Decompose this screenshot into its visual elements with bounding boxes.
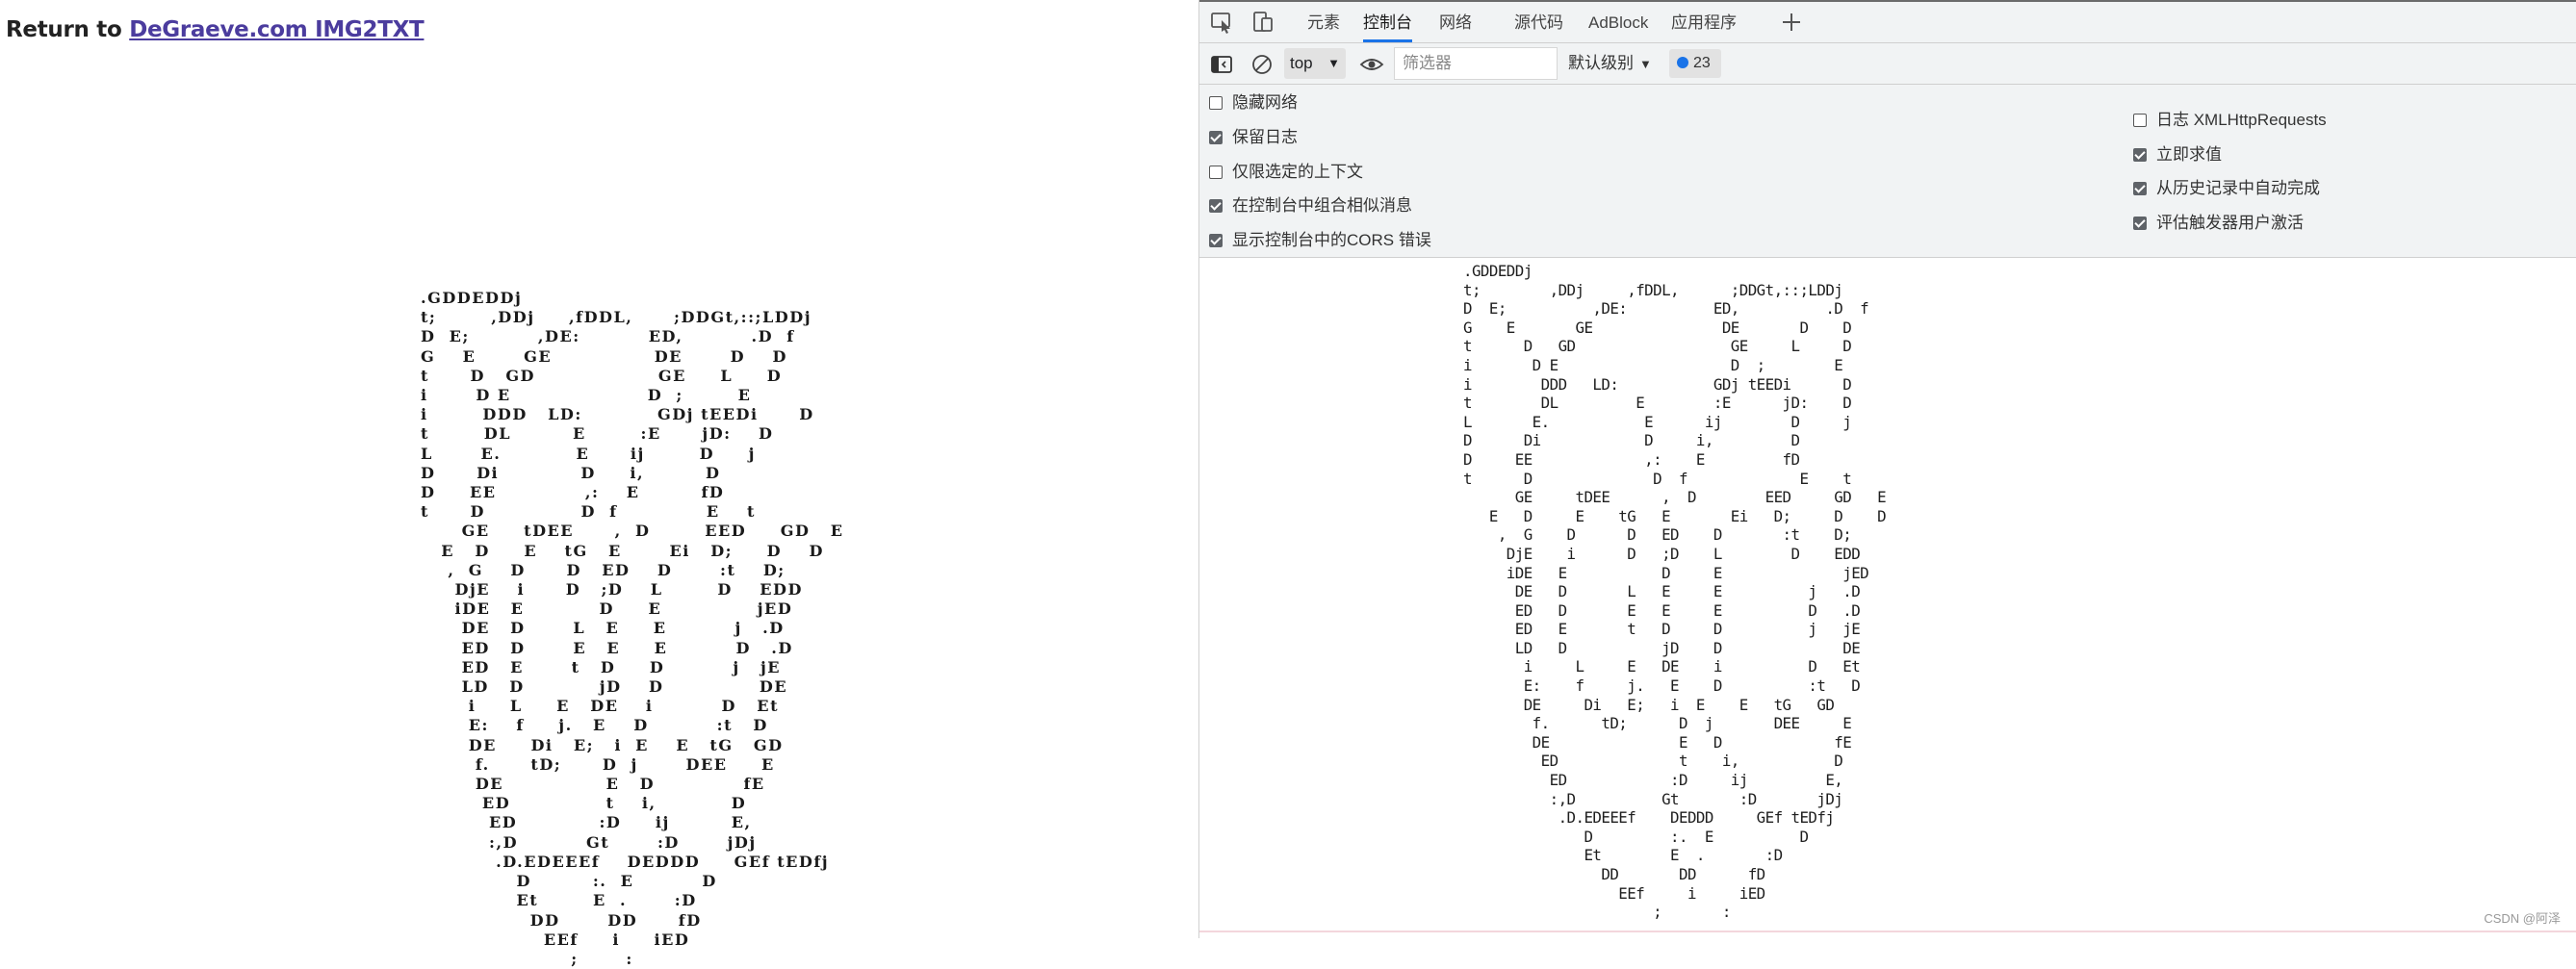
setting-label: 评估触发器用户激活 <box>2156 214 2304 232</box>
setting-label: 保留日志 <box>1232 128 1298 146</box>
setting-label: 在控制台中组合相似消息 <box>1232 196 1412 215</box>
setting-hide-network[interactable]: 隐藏网络 <box>1209 91 1298 115</box>
tab-sources[interactable]: 源代码 <box>1514 2 1563 42</box>
console-log-ascii-art: .GDDEDDj t; ,DDj ,fDDL, ;DDGt,::;LDDj D … <box>1463 262 1887 922</box>
filter-input[interactable] <box>1394 47 1558 80</box>
clear-console-icon[interactable] <box>1249 52 1275 77</box>
devtools-tab-bar: 元素 控制台 网络 源代码 AdBlock 应用程序 <box>1199 2 2576 43</box>
watermark: CSDN @阿泽 <box>2484 911 2561 926</box>
tab-elements[interactable]: 元素 <box>1307 2 1340 42</box>
checkbox[interactable] <box>1209 199 1223 213</box>
setting-autocomplete-history[interactable]: 从历史记录中自动完成 <box>2133 177 2320 200</box>
checkbox[interactable] <box>2133 148 2147 162</box>
devtools-panel: 元素 控制台 网络 源代码 AdBlock 应用程序 top ▼ 默认级别 ▼ 23… <box>1198 0 2576 938</box>
setting-log-xhr[interactable]: 日志 XMLHttpRequests <box>2133 109 2327 132</box>
tab-network[interactable]: 网络 <box>1439 2 1472 42</box>
tab-application[interactable]: 应用程序 <box>1671 2 1737 42</box>
console-settings-pane: 隐藏网络 保留日志 仅限选定的上下文 在控制台中组合相似消息 显示控制台中的CO… <box>1199 85 2576 258</box>
setting-show-cors-errors[interactable]: 显示控制台中的CORS 错误 <box>1209 229 1431 252</box>
message-icon <box>1677 57 1688 68</box>
setting-label: 显示控制台中的CORS 错误 <box>1232 231 1431 249</box>
caret-down-icon: ▼ <box>1327 56 1340 70</box>
checkbox[interactable] <box>2133 114 2147 127</box>
plus-icon[interactable] <box>1777 8 1806 37</box>
context-select[interactable]: top ▼ <box>1284 48 1346 79</box>
checkbox[interactable] <box>1209 166 1223 179</box>
return-line: Return to DeGraeve.com IMG2TXT <box>6 17 425 42</box>
ascii-art-rendered: .GDDEDDj t; ,DDj ,fDDL, ;DDGt,::;LDDj D … <box>421 289 844 968</box>
setting-selected-context-only[interactable]: 仅限选定的上下文 <box>1209 161 1363 184</box>
checkbox[interactable] <box>2133 217 2147 230</box>
console-bottom-rule <box>1199 931 2576 932</box>
checkbox[interactable] <box>1209 131 1223 144</box>
setting-label: 隐藏网络 <box>1232 93 1298 112</box>
return-prefix: Return to <box>6 17 130 42</box>
log-level-select[interactable]: 默认级别 ▼ <box>1568 43 1652 84</box>
console-toolbar: top ▼ 默认级别 ▼ 23 <box>1199 43 2576 85</box>
checkbox[interactable] <box>1209 96 1223 110</box>
live-expression-eye-icon[interactable] <box>1359 52 1384 77</box>
context-value: top <box>1290 54 1313 72</box>
setting-label: 仅限选定的上下文 <box>1232 163 1363 181</box>
sidebar-toggle-icon[interactable] <box>1209 52 1234 77</box>
setting-label: 从历史记录中自动完成 <box>2156 179 2320 197</box>
img2txt-link[interactable]: DeGraeve.com IMG2TXT <box>129 17 425 42</box>
tab-adblock[interactable]: AdBlock <box>1588 2 1648 42</box>
setting-eager-evaluation[interactable]: 立即求值 <box>2133 143 2222 166</box>
setting-label: 立即求值 <box>2156 145 2222 164</box>
caret-down-icon: ▼ <box>1639 57 1652 71</box>
log-level-value: 默认级别 <box>1568 54 1634 72</box>
setting-user-activation[interactable]: 评估触发器用户激活 <box>2133 212 2304 235</box>
checkbox[interactable] <box>2133 182 2147 195</box>
device-toolbar-icon[interactable] <box>1250 10 1275 35</box>
setting-label: 日志 XMLHttpRequests <box>2156 111 2327 129</box>
issues-count: 23 <box>1693 55 1711 71</box>
setting-group-similar[interactable]: 在控制台中组合相似消息 <box>1209 194 1412 217</box>
checkbox[interactable] <box>1209 234 1223 247</box>
console-output[interactable]: .GDDEDDj t; ,DDj ,fDDL, ;DDGt,::;LDDj D … <box>1199 258 2576 938</box>
tab-console[interactable]: 控制台 <box>1363 2 1412 42</box>
issues-badge[interactable]: 23 <box>1669 49 1721 78</box>
web-page: Return to DeGraeve.com IMG2TXT .GDDEDDj … <box>0 0 1198 968</box>
inspect-element-icon[interactable] <box>1209 10 1234 35</box>
setting-preserve-log[interactable]: 保留日志 <box>1209 126 1298 149</box>
